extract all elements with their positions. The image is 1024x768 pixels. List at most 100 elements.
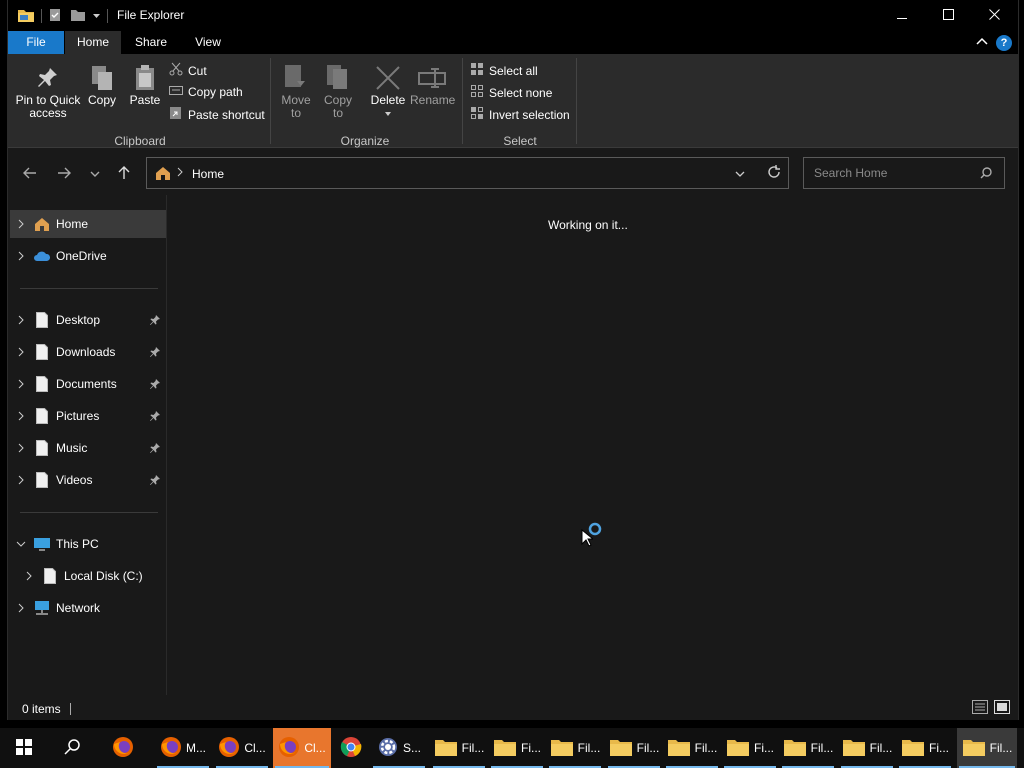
forward-button[interactable] [52,158,76,190]
properties-icon[interactable] [48,8,62,25]
nav-label-onedrive: OneDrive [56,249,107,263]
tab-share[interactable]: Share [125,31,177,54]
invert-selection-button[interactable]: Invert selection [470,106,570,123]
copy-path-button[interactable]: Copy path [169,84,243,99]
chevron-right-icon[interactable] [10,475,32,485]
taskbar-item[interactable]: S... [371,728,427,768]
taskbar-item[interactable]: Fi... [489,728,545,768]
tab-view[interactable]: View [183,31,233,54]
paste-button[interactable]: Paste [125,62,165,107]
pin-icon[interactable] [150,314,160,328]
chevron-right-icon[interactable] [10,443,32,453]
taskbar-item[interactable]: M... [155,728,211,768]
tab-file[interactable]: File [8,31,64,54]
move-to-button[interactable]: Move to [278,62,314,120]
select-none-button[interactable]: Select none [470,84,552,101]
invert-selection-label: Invert selection [489,107,570,122]
taskbar-item[interactable]: Fil... [606,728,662,768]
nav-item-onedrive[interactable]: OneDrive [10,242,166,270]
cut-button[interactable]: Cut [169,62,207,79]
details-view-icon[interactable] [972,700,988,717]
taskbar-item[interactable]: Fi... [722,728,778,768]
chevron-right-icon[interactable] [10,251,32,261]
nav-item-pictures[interactable]: Pictures [10,402,166,430]
select-all-button[interactable]: Select all [470,62,538,79]
taskbar-item[interactable] [333,728,369,768]
pane-splitter[interactable] [166,195,167,695]
nav-item-documents[interactable]: Documents [10,370,166,398]
recent-locations-button[interactable] [83,158,107,190]
help-icon[interactable]: ? [996,35,1012,51]
address-dropdown-icon[interactable] [735,167,745,181]
firefox-icon [218,736,240,761]
chevron-right-icon[interactable] [10,411,32,421]
rename-button[interactable]: Rename [410,62,455,107]
copy-button[interactable]: Copy [84,62,120,107]
taskbar-item[interactable] [96,728,150,768]
nav-item-desktop[interactable]: Desktop [10,306,166,334]
arrow-right-icon [57,167,71,182]
chevron-right-icon[interactable] [10,219,32,229]
large-icons-view-icon[interactable] [994,700,1010,717]
customize-qat-icon[interactable] [92,9,101,23]
chevron-right-icon[interactable] [10,315,32,325]
search-taskbar-button[interactable] [48,728,96,768]
nav-item-downloads[interactable]: Downloads [10,338,166,366]
up-button[interactable] [112,158,136,190]
nav-item-local-disk[interactable]: Local Disk (C:) [10,562,166,590]
firefox-icon [112,736,134,761]
settings-gear-icon [377,736,399,761]
arrow-up-icon [118,165,130,183]
address-bar[interactable]: Home [146,157,789,189]
minimize-icon [896,9,908,23]
breadcrumb-home[interactable]: Home [192,167,224,181]
collapse-ribbon-icon[interactable] [976,36,988,50]
pin-icon [12,62,84,94]
maximize-button[interactable] [925,0,971,31]
folder-icon [783,737,807,760]
tab-home[interactable]: Home [65,31,121,54]
chevron-right-icon[interactable] [10,603,32,613]
refresh-icon[interactable] [767,165,781,182]
minimize-button[interactable] [879,0,925,31]
taskbar-item[interactable]: Cl... [214,728,270,768]
nav-item-videos[interactable]: Videos [10,466,166,494]
taskbar-item[interactable]: Fil... [839,728,895,768]
nav-label-network: Network [56,601,101,615]
delete-button[interactable]: Delete [368,62,408,116]
taskbar-item[interactable]: Fi... [897,728,953,768]
copy-to-button[interactable]: Copy to [320,62,356,120]
pin-icon[interactable] [150,474,160,488]
new-folder-icon[interactable] [70,8,86,25]
pin-to-quick-access-button[interactable]: Pin to Quick access [12,62,84,120]
taskbar-item[interactable]: Fil... [957,728,1017,768]
select-none-icon [470,84,484,101]
taskbar-item[interactable]: Fil... [664,728,720,768]
folder-icon [434,737,458,760]
search-box[interactable] [803,157,1005,189]
nav-item-this-pc[interactable]: This PC [10,530,166,558]
search-icon[interactable] [980,167,992,182]
back-button[interactable] [18,158,42,190]
taskbar-item[interactable]: Fil... [780,728,836,768]
search-input[interactable] [812,165,976,181]
pin-icon[interactable] [150,346,160,360]
taskbar-item[interactable]: Cl... [273,728,331,768]
taskbar-item[interactable]: Fil... [547,728,603,768]
delete-x-icon [368,62,408,94]
paste-shortcut-button[interactable]: Paste shortcut [169,106,265,123]
pin-icon[interactable] [150,378,160,392]
file-icon [32,472,52,488]
chevron-down-icon[interactable] [10,541,32,547]
chevron-right-icon[interactable] [10,347,32,357]
nav-item-music[interactable]: Music [10,434,166,462]
pin-icon[interactable] [150,442,160,456]
close-button[interactable] [971,0,1017,31]
chevron-right-icon[interactable] [10,379,32,389]
nav-item-network[interactable]: Network [10,594,166,622]
chevron-right-icon[interactable] [18,571,40,581]
start-button[interactable] [0,728,48,768]
pin-icon[interactable] [150,410,160,424]
nav-item-home[interactable]: Home [10,210,166,238]
taskbar-item[interactable]: Fil... [431,728,487,768]
